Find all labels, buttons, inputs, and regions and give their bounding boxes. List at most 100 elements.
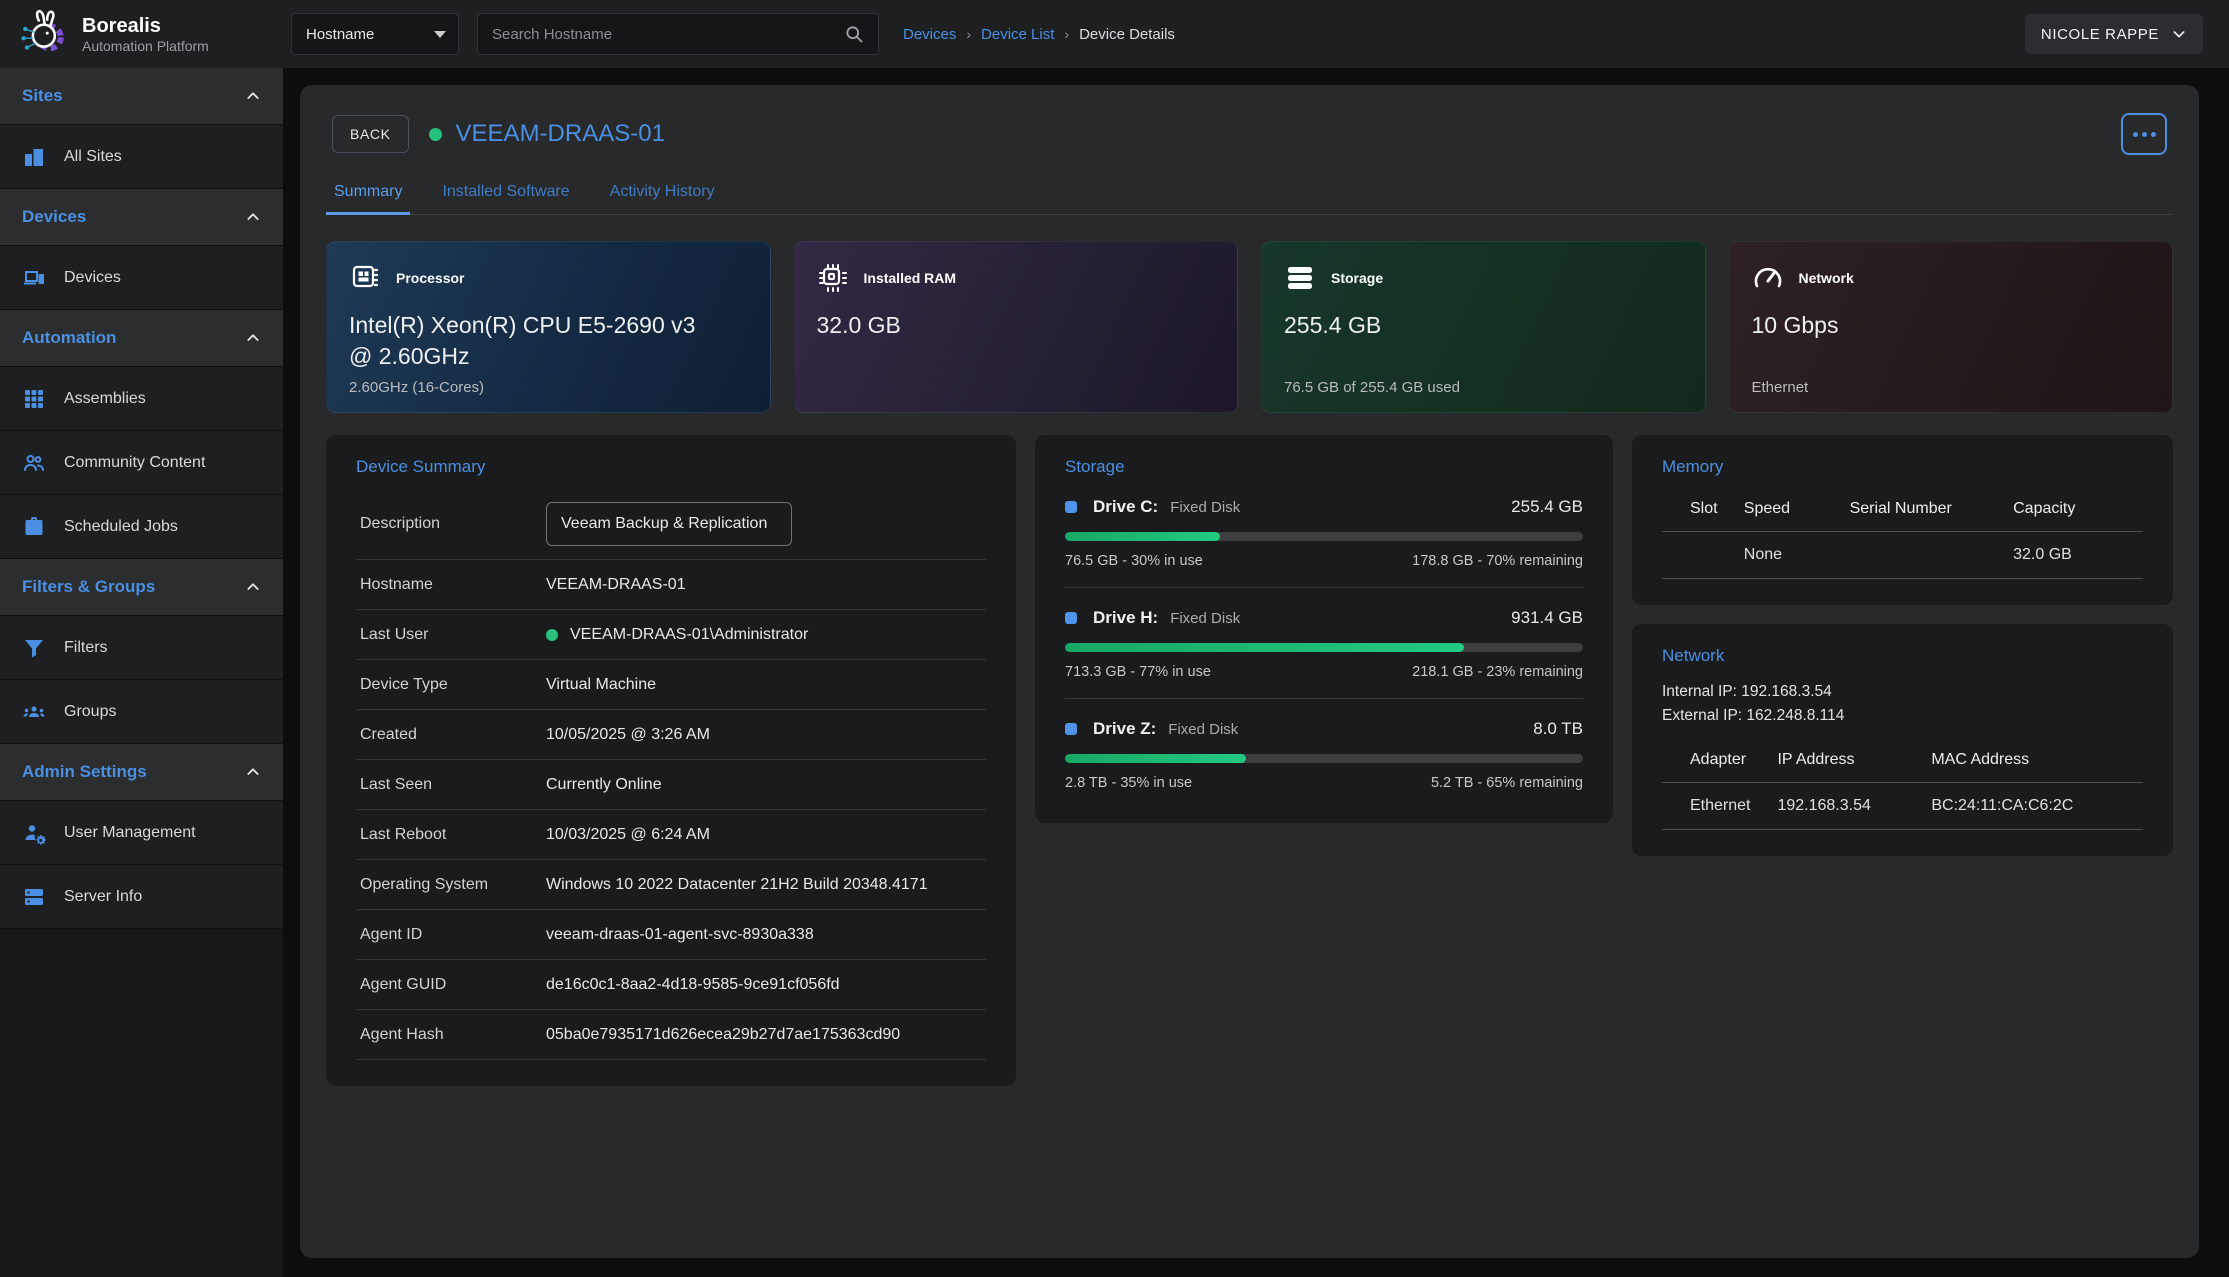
table-row: Created 10/05/2025 @ 3:26 AM [356,710,986,760]
more-actions-button[interactable] [2121,113,2167,155]
sidebar-item-scheduled-jobs[interactable]: Scheduled Jobs [0,495,283,559]
drive-remaining-label: 5.2 TB - 65% remaining [1431,775,1583,791]
people-icon [22,451,46,475]
drive-type: Fixed Disk [1170,610,1240,627]
sidebar-section-sites[interactable]: Sites [0,68,283,125]
table-row: Agent GUID de16c0c1-8aa2-4d18-9585-9ce91… [356,960,986,1010]
sidebar-item-label: Filters [64,639,108,657]
stat-card-value: 32.0 GB [817,310,1177,341]
tab-summary[interactable]: Summary [334,183,402,214]
groups-icon [22,700,46,724]
stat-card-value: 255.4 GB [1284,310,1644,341]
user-gear-icon [22,821,46,845]
sidebar-item-server-info[interactable]: Server Info [0,865,283,929]
table-row: Ethernet 192.168.3.54 BC:24:11:CA:C6:2C [1662,783,2143,830]
sidebar-item-devices[interactable]: Devices [0,246,283,310]
breadcrumb-device-list[interactable]: Device List [981,26,1054,43]
borealis-rabbit-logo-icon [16,7,70,61]
cell-slot [1662,532,1744,579]
storage-card: Storage 255.4 GB 76.5 GB of 255.4 GB use… [1261,241,1706,413]
row-label: Device Type [360,676,546,694]
brand: Borealis Automation Platform [0,7,283,61]
online-status-dot [546,629,558,641]
search-field-select[interactable]: Hostname [291,13,459,55]
row-value: VEEAM-DRAAS-01 [546,576,686,594]
external-ip: External IP: 162.248.8.114 [1662,704,2143,728]
device-header: BACK VEEAM-DRAAS-01 [326,109,2173,155]
drive-type: Fixed Disk [1168,721,1238,738]
building-icon [22,145,46,169]
chevron-up-icon [245,330,261,346]
storage-panel: Storage Drive C: Fixed Disk 255.4 GB 76.… [1035,435,1613,823]
table-row: Last Seen Currently Online [356,760,986,810]
drive-row-h: Drive H: Fixed Disk 931.4 GB 713.3 GB - … [1065,588,1583,699]
sidebar-item-all-sites[interactable]: All Sites [0,125,283,189]
row-value: Virtual Machine [546,676,656,694]
sidebar-item-filters[interactable]: Filters [0,616,283,680]
sidebar-item-user-management[interactable]: User Management [0,801,283,865]
internal-ip: Internal IP: 192.168.3.54 [1662,680,2143,704]
sidebar-section-filters-groups[interactable]: Filters & Groups [0,559,283,616]
table-row: Description [356,489,986,560]
device-tabs: Summary Installed Software Activity Hist… [326,183,2173,215]
device-summary-panel: Device Summary Description Hostname VEEA… [326,435,1016,1086]
sidebar-section-automation[interactable]: Automation [0,310,283,367]
back-button[interactable]: BACK [332,115,409,153]
search-field-select-value: Hostname [306,26,374,43]
cell-ip: 192.168.3.54 [1777,783,1931,830]
tab-installed-software[interactable]: Installed Software [442,183,569,214]
cell-speed: None [1744,532,1850,579]
breadcrumb-devices[interactable]: Devices [903,26,956,43]
drive-usage-fill [1065,532,1220,541]
tab-activity-history[interactable]: Activity History [610,183,715,214]
column-header: Slot [1662,487,1744,532]
sidebar-section-label: Admin Settings [22,762,147,782]
row-value: 05ba0e7935171d626ecea29b27d7ae175363cd90 [546,1026,900,1044]
memory-table: Slot Speed Serial Number Capacity None 3… [1662,487,2143,579]
network-card: Network 10 Gbps Ethernet [1729,241,2174,413]
stat-card-label: Storage [1331,270,1383,286]
stat-card-value: 10 Gbps [1752,310,2112,341]
breadcrumb-separator: › [1064,26,1069,42]
table-row: Agent ID veeam-draas-01-agent-svc-8930a3… [356,910,986,960]
row-value: VEEAM-DRAAS-01\Administrator [546,626,808,644]
column-header: Capacity [2013,487,2143,532]
sidebar-section-label: Filters & Groups [22,577,155,597]
chevron-up-icon [245,579,261,595]
row-label: Agent ID [360,926,546,944]
briefcase-icon [22,515,46,539]
storage-icon [1284,262,1316,294]
drive-remaining-label: 218.1 GB - 23% remaining [1412,664,1583,680]
row-value: 10/03/2025 @ 6:24 AM [546,826,710,844]
sidebar-item-assemblies[interactable]: Assemblies [0,367,283,431]
sidebar-item-label: All Sites [64,148,122,166]
drive-usage-fill [1065,754,1246,763]
brand-text: Borealis Automation Platform [82,15,209,54]
sidebar-item-groups[interactable]: Groups [0,680,283,744]
sidebar-section-label: Sites [22,86,63,106]
column-header: IP Address [1777,738,1931,783]
drive-used-label: 2.8 TB - 35% in use [1065,775,1192,791]
sidebar-section-label: Devices [22,207,86,227]
breadcrumb-device-details: Device Details [1079,26,1175,43]
drive-icon [1065,501,1077,513]
description-input[interactable] [546,502,792,546]
table-row: Operating System Windows 10 2022 Datacen… [356,860,986,910]
right-column: Memory Slot Speed Serial Number Capacity… [1632,435,2173,856]
row-label: Agent Hash [360,1026,546,1044]
panel-title: Device Summary [356,457,986,477]
search-input[interactable] [492,26,844,43]
drive-usage-bar [1065,532,1583,541]
sidebar-item-label: Scheduled Jobs [64,518,178,536]
search-box[interactable] [477,13,879,55]
sidebar-section-admin-settings[interactable]: Admin Settings [0,744,283,801]
user-menu-button[interactable]: NICOLE RAPPE [2025,14,2203,54]
sidebar-item-community-content[interactable]: Community Content [0,431,283,495]
table-row: Device Type Virtual Machine [356,660,986,710]
drive-icon [1065,723,1077,735]
cell-mac: BC:24:11:CA:C6:2C [1931,783,2143,830]
sidebar-item-label: Devices [64,269,121,287]
sidebar-section-devices[interactable]: Devices [0,189,283,246]
ram-icon [817,262,849,294]
panel-title: Network [1662,646,2143,666]
